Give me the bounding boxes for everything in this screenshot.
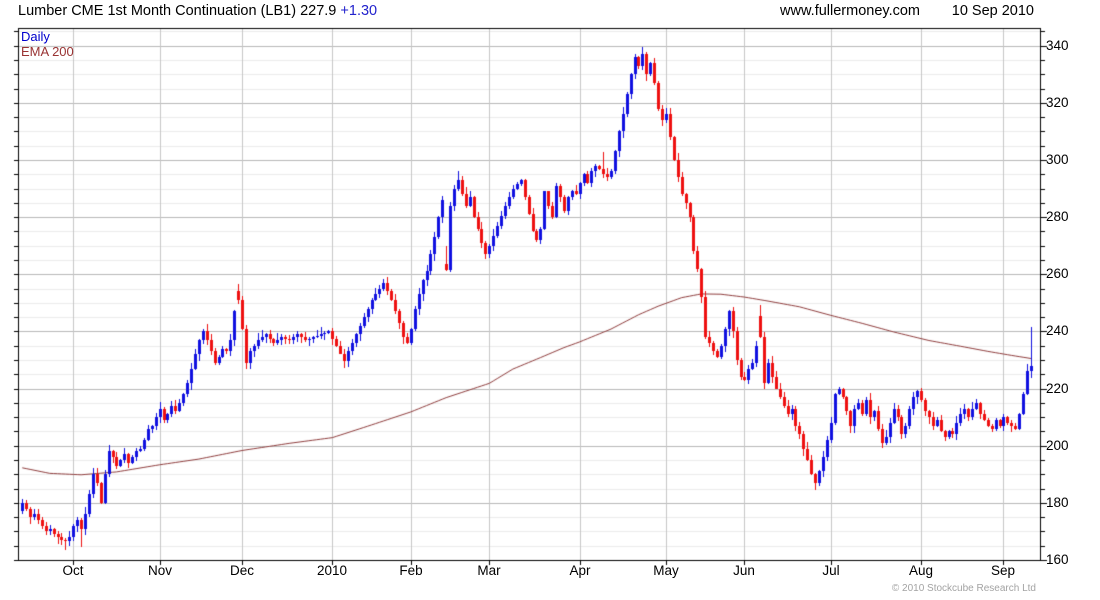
chart-title-main: Lumber CME 1st Month Continuation (LB1) …	[18, 3, 337, 19]
y-axis-label: 240	[1046, 323, 1069, 339]
copyright-label: © 2010 Stockcube Research Ltd	[891, 583, 1036, 594]
x-axis-label: Oct	[62, 563, 84, 578]
y-axis-label: 300	[1046, 152, 1069, 167]
y-axis-label: 160	[1046, 552, 1069, 567]
x-axis-label: Dec	[229, 563, 254, 578]
chart-title: Lumber CME 1st Month Continuation (LB1) …	[18, 3, 377, 19]
y-axis-label: 180	[1046, 494, 1069, 510]
x-axis-label: Mar	[477, 563, 501, 578]
y-axis-label: 260	[1046, 266, 1069, 282]
chart-legend: Daily EMA 200	[21, 29, 74, 59]
y-axis-label: 220	[1046, 380, 1069, 396]
y-axis-label: 340	[1046, 37, 1069, 53]
legend-daily-label: Daily	[21, 29, 50, 44]
y-axis-label: 280	[1046, 209, 1069, 225]
date-label: 10 Sep 2010	[951, 3, 1034, 19]
legend-ema-label: EMA 200	[21, 44, 74, 59]
x-axis-label: Nov	[147, 563, 172, 578]
chart-page: Lumber CME 1st Month Continuation (LB1) …	[0, 0, 1100, 600]
x-axis-label: 2010	[316, 563, 348, 578]
y-axis-label: 200	[1046, 437, 1069, 453]
x-axis-label: Sep	[990, 563, 1016, 578]
x-axis-label: Feb	[399, 563, 423, 578]
price-chart-canvas	[0, 0, 1100, 600]
website-label: www.fullermoney.com	[780, 3, 920, 19]
x-axis-label: Jun	[733, 563, 755, 578]
x-axis-label: Aug	[908, 563, 934, 578]
y-axis-label: 320	[1046, 94, 1069, 110]
x-axis-label: May	[653, 563, 679, 578]
x-axis-label: Apr	[569, 563, 591, 578]
x-axis-label: Jul	[822, 563, 840, 578]
chart-title-change: +1.30	[340, 3, 378, 19]
